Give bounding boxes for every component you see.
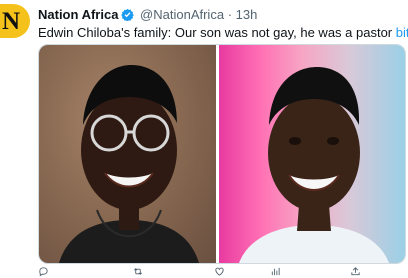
share-button[interactable] <box>350 266 361 277</box>
tweet-text: Edwin Chiloba's family: Our son was not … <box>38 25 408 40</box>
photo-right[interactable] <box>219 45 405 263</box>
tweet-media[interactable] <box>38 44 406 264</box>
photo-left[interactable] <box>39 45 216 263</box>
tweet-link[interactable]: bit.ly/3IBESgr <box>396 25 408 40</box>
tweet-actions <box>38 266 404 278</box>
tweet-body: Edwin Chiloba's family: Our son was not … <box>38 25 393 40</box>
heart-icon <box>215 267 224 276</box>
views-icon <box>271 267 280 276</box>
avatar[interactable]: N <box>0 4 30 38</box>
views-button[interactable] <box>270 266 284 277</box>
separator-dot: · <box>227 7 233 22</box>
retweet-button[interactable] <box>132 266 147 277</box>
tweet-header: Nation Africa @NationAfrica · 13h <box>38 7 257 24</box>
share-icon <box>351 267 360 276</box>
timestamp[interactable]: 13h <box>236 7 258 22</box>
reply-icon <box>39 267 48 277</box>
like-button[interactable] <box>214 266 228 277</box>
avatar-letter: N <box>2 8 21 35</box>
reply-button[interactable] <box>38 266 52 277</box>
author-name[interactable]: Nation Africa <box>38 7 118 22</box>
retweet-icon <box>134 268 142 275</box>
author-handle[interactable]: @NationAfrica <box>140 7 224 22</box>
verified-badge-icon <box>121 8 135 24</box>
